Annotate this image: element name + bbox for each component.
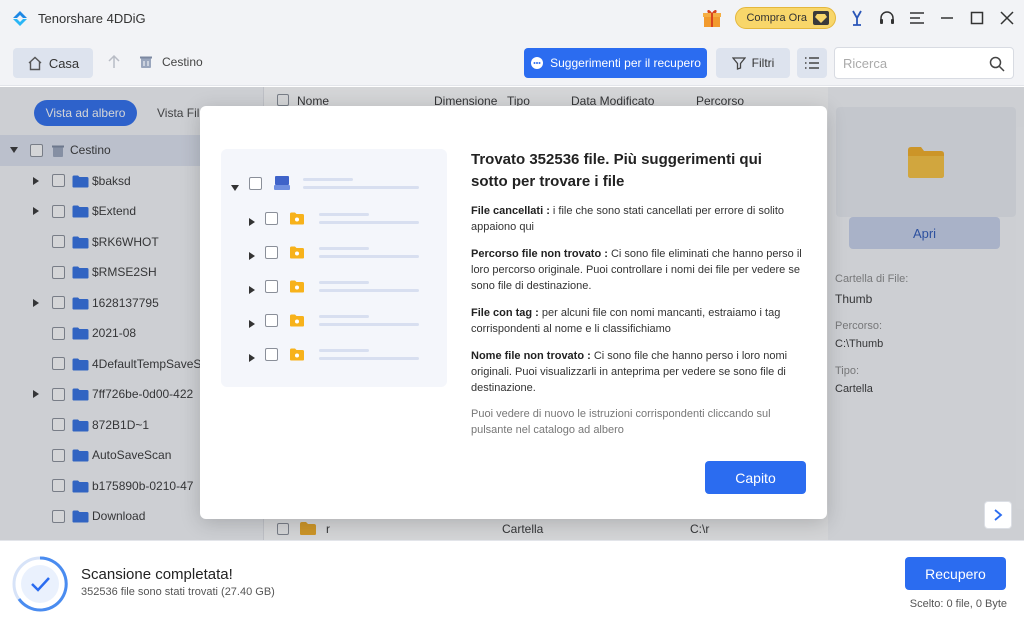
app-title: Tenorshare 4DDiG — [38, 10, 146, 26]
section-deleted-files: File cancellati : i file che sono stati … — [471, 203, 811, 235]
section-heading: File con tag : — [471, 307, 539, 319]
placeholder-line — [319, 315, 369, 318]
buy-now-label: Compra Ora — [746, 12, 807, 24]
category-folder-icon — [289, 244, 305, 260]
section-tagged-files: File con tag : per alcuni file con nomi … — [471, 305, 811, 337]
list-view-icon — [805, 57, 819, 69]
gift-icon[interactable] — [701, 7, 723, 29]
filter-label: Filtri — [751, 56, 775, 70]
got-it-button[interactable]: Capito — [705, 461, 806, 494]
placeholder-line — [303, 178, 353, 181]
illustration-row — [221, 277, 447, 297]
next-page-button[interactable] — [984, 501, 1012, 529]
expand-right-icon — [249, 249, 257, 260]
placeholder-line — [319, 221, 419, 224]
list-view-button[interactable] — [797, 48, 827, 78]
diamond-icon — [813, 11, 829, 25]
status-bar: Scansione completata! 352536 file sono s… — [0, 540, 1024, 621]
section-heading: File cancellati : — [471, 205, 550, 217]
up-arrow-icon[interactable] — [106, 54, 122, 70]
home-button[interactable]: Casa — [13, 48, 93, 78]
placeholder-line — [319, 247, 369, 250]
section-heading: Nome file non trovato : — [471, 350, 591, 362]
category-folder-icon — [289, 346, 305, 362]
placeholder-line — [319, 289, 419, 292]
expand-right-icon — [249, 215, 257, 226]
placeholder-line — [319, 349, 369, 352]
expand-right-icon — [249, 283, 257, 294]
illustration-row — [221, 311, 447, 331]
illustration-row — [221, 243, 447, 263]
illustration-checkbox — [265, 314, 278, 327]
home-label: Casa — [48, 55, 80, 71]
scan-complete-icon — [12, 556, 68, 612]
illustration-row — [221, 209, 447, 229]
key-icon[interactable] — [848, 9, 866, 27]
search-icon[interactable] — [989, 56, 1005, 72]
buy-now-button[interactable]: Compra Ora — [735, 7, 836, 29]
recovery-suggestions-label: Suggerimenti per il recupero — [550, 56, 701, 70]
filter-icon — [731, 57, 746, 70]
illustration-row — [221, 174, 447, 194]
expand-right-icon — [249, 351, 257, 362]
recover-button[interactable]: Recupero — [905, 557, 1006, 590]
chat-icon — [531, 57, 544, 69]
category-folder-icon — [289, 278, 305, 294]
category-folder-icon — [289, 312, 305, 328]
illustration-checkbox — [249, 177, 262, 190]
section-heading: Percorso file non trovato : — [471, 248, 608, 260]
placeholder-line — [319, 281, 369, 284]
filter-button[interactable]: Filtri — [716, 48, 790, 78]
menu-icon[interactable] — [908, 9, 926, 27]
scan-status-subtitle: 352536 file sono stati trovati (27.40 GB… — [81, 586, 275, 598]
illustration-row — [221, 345, 447, 365]
selection-summary: Scelto: 0 file, 0 Byte — [909, 598, 1007, 610]
illustration-checkbox — [265, 212, 278, 225]
scan-status-title: Scansione completata! — [81, 566, 233, 583]
drive-icon — [273, 175, 290, 191]
minimize-icon[interactable] — [938, 9, 956, 27]
placeholder-line — [319, 357, 419, 360]
title-bar: Tenorshare 4DDiG Compra Ora — [0, 0, 1024, 36]
expand-down-icon — [231, 180, 239, 191]
section-name-not-found: Nome file non trovato : Ci sono file che… — [471, 348, 811, 396]
suggestions-dialog: Trovato 352536 file. Più suggerimenti qu… — [200, 106, 827, 519]
dialog-note: Puoi vedere di nuovo le istruzioni corri… — [471, 408, 771, 436]
home-icon — [28, 56, 42, 70]
close-icon[interactable] — [998, 9, 1016, 27]
placeholder-line — [303, 186, 419, 189]
placeholder-line — [319, 323, 419, 326]
placeholder-line — [319, 255, 419, 258]
recovery-suggestions-button[interactable]: Suggerimenti per il recupero — [524, 48, 707, 78]
section-path-not-found: Percorso file non trovato : Ci sono file… — [471, 246, 811, 294]
maximize-icon[interactable] — [968, 9, 986, 27]
chevron-right-icon — [994, 509, 1003, 521]
search-box — [834, 47, 1014, 79]
breadcrumb[interactable]: Cestino — [138, 54, 203, 70]
dialog-title: Trovato 352536 file. Più suggerimenti qu… — [471, 151, 762, 190]
illustration-checkbox — [265, 246, 278, 259]
search-input[interactable] — [835, 48, 975, 78]
tree-illustration — [221, 149, 447, 387]
headset-icon[interactable] — [878, 9, 896, 27]
app-logo-icon — [13, 11, 27, 26]
placeholder-line — [319, 213, 369, 216]
recycle-bin-icon — [140, 56, 152, 68]
breadcrumb-label: Cestino — [162, 55, 203, 69]
illustration-checkbox — [265, 280, 278, 293]
category-folder-icon — [289, 210, 305, 226]
toolbar: Casa Cestino Suggerimenti per il recuper… — [0, 36, 1024, 86]
expand-right-icon — [249, 317, 257, 328]
illustration-checkbox — [265, 348, 278, 361]
